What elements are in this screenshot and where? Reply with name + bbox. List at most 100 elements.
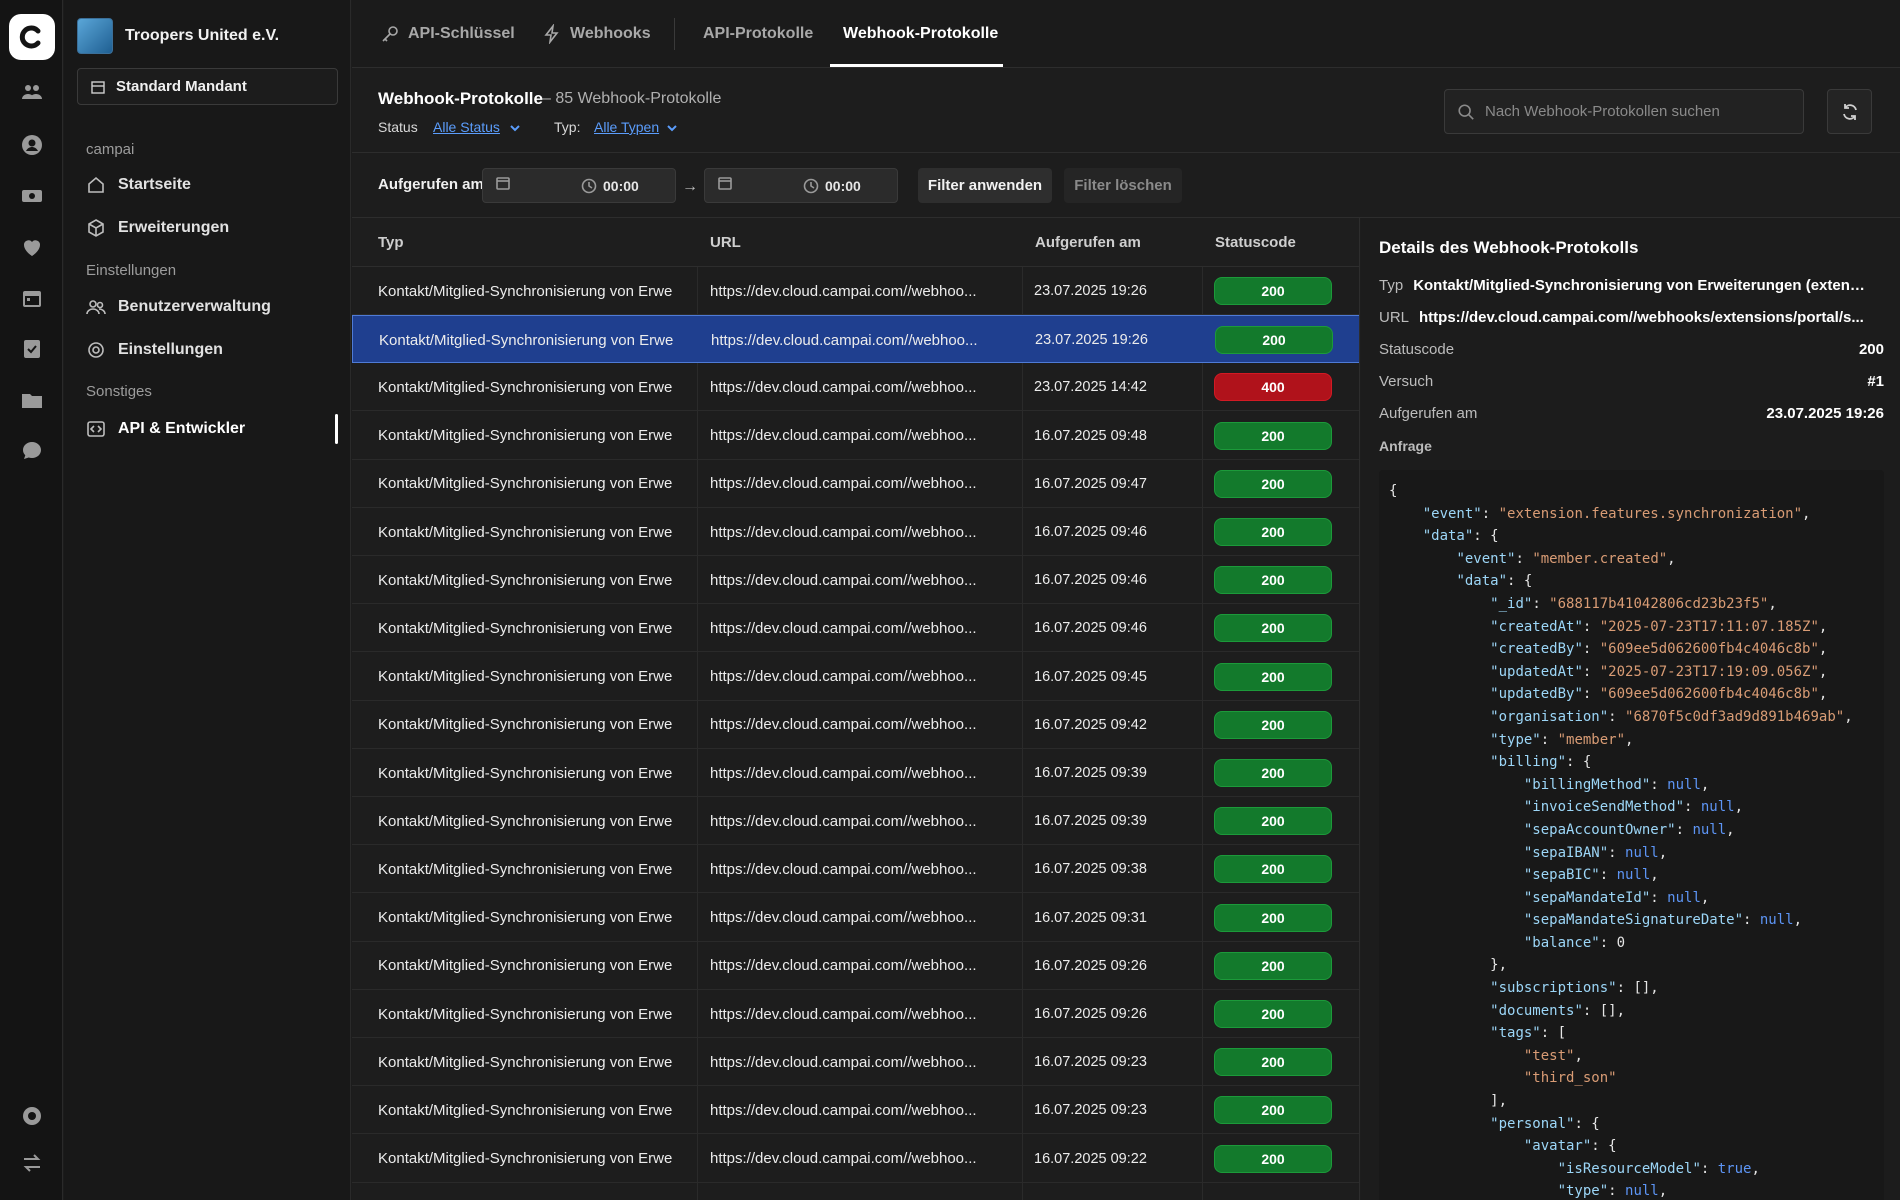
tab-webhook-protokolle[interactable]: Webhook-Protokolle xyxy=(843,0,998,68)
status-badge: 200 xyxy=(1214,614,1332,643)
campai-logo-icon[interactable] xyxy=(9,14,55,60)
heart-icon[interactable] xyxy=(14,229,50,265)
table-row[interactable]: Kontakt/Mitglied-Synchronisierung von Er… xyxy=(352,1086,1359,1135)
code-line: "event": "member.created", xyxy=(1389,548,1874,571)
date-from-field[interactable]: 00:00 xyxy=(482,168,676,203)
table-row[interactable]: Kontakt/Mitglied-Synchronisierung von Er… xyxy=(352,1135,1359,1183)
table-row[interactable]: Kontakt/Mitglied-Synchronisierung von Er… xyxy=(352,604,1359,653)
column-header-aufgerufen[interactable]: Aufgerufen am xyxy=(1022,218,1202,267)
column-header-typ[interactable]: Typ xyxy=(365,218,697,267)
type-filter-dropdown[interactable]: Alle Typen xyxy=(594,119,659,135)
code-token: "member" xyxy=(1557,731,1626,748)
folder-icon[interactable] xyxy=(14,382,50,418)
code-token: : xyxy=(1582,641,1600,658)
tenant-selector[interactable]: Standard Mandant xyxy=(77,68,338,105)
calendar-icon[interactable] xyxy=(14,280,50,316)
code-token: , xyxy=(1818,641,1828,658)
sidebar-item-startseite[interactable]: Startseite xyxy=(86,168,336,202)
table-row[interactable]: Kontakt/Mitglied-Synchronisierung von Er… xyxy=(352,363,1359,412)
chat-icon[interactable] xyxy=(14,433,50,469)
status-badge: 200 xyxy=(1214,1096,1332,1125)
tab-label: Webhook-Protokolle xyxy=(843,25,999,42)
time-from[interactable]: 00:00 xyxy=(581,178,639,194)
apply-filter-button[interactable]: Filter anwenden xyxy=(918,168,1052,203)
cell-type: Kontakt/Mitglied-Synchronisierung von Er… xyxy=(378,1053,673,1071)
table-row[interactable]: Kontakt/Mitglied-Synchronisierung von Er… xyxy=(352,315,1359,364)
cell-statuscode: 200 xyxy=(1214,942,1332,990)
cell-type: Kontakt/Mitglied-Synchronisierung von Er… xyxy=(378,427,673,445)
refresh-icon xyxy=(1842,103,1857,120)
tab-webhooks[interactable]: Webhooks xyxy=(542,0,651,68)
code-token: , xyxy=(1700,889,1710,906)
switch-arrows-icon[interactable] xyxy=(14,1145,50,1181)
sidebar-item-erweiterungen[interactable]: Erweiterungen xyxy=(86,211,336,245)
table-row[interactable]: Kontakt/Mitglied-Synchronisierung von Er… xyxy=(352,1038,1359,1087)
sidebar-item-benutzerverwaltung[interactable]: Benutzerverwaltung xyxy=(86,290,336,324)
cell-date: 16.07.2025 09:39 xyxy=(1034,813,1147,830)
sidebar-item-einstellungen[interactable]: Einstellungen xyxy=(86,333,336,367)
cell-statuscode: 200 xyxy=(1214,412,1332,460)
code-token: null xyxy=(1616,867,1651,884)
code-token: { xyxy=(1389,483,1398,499)
profile-icon[interactable] xyxy=(14,127,50,163)
status-badge: 200 xyxy=(1214,807,1332,836)
sidebar-item-api-entwickler[interactable]: API & Entwickler xyxy=(86,412,336,446)
code-token: : xyxy=(1599,867,1617,884)
chevron-down-icon[interactable] xyxy=(509,121,521,133)
cell-statuscode: 200 xyxy=(1214,1135,1332,1183)
code-line: "event": "extension.features.synchroniza… xyxy=(1389,503,1874,526)
table-row[interactable]: Kontakt/Mitglied-Synchronisierung von Er… xyxy=(352,942,1359,990)
column-header-url[interactable]: URL xyxy=(697,218,1022,267)
clear-filter-button[interactable]: Filter löschen xyxy=(1064,168,1182,203)
table-row[interactable]: Kontakt/Mitglied-Synchronisierung von Er… xyxy=(352,508,1359,556)
settings-gear-icon[interactable] xyxy=(14,1098,50,1134)
table-row[interactable]: Kontakt/Mitglied-Synchronisierung von Er… xyxy=(352,894,1359,942)
members-icon[interactable] xyxy=(14,74,50,110)
table-row[interactable]: Kontakt/Mitglied-Synchronisierung von Er… xyxy=(352,797,1359,846)
code-token: : xyxy=(1582,686,1600,703)
time-to[interactable]: 00:00 xyxy=(803,178,861,194)
gear-icon xyxy=(88,342,104,358)
code-line: "data": { xyxy=(1389,570,1874,593)
chevron-down-icon[interactable] xyxy=(666,121,678,133)
code-token: "test" xyxy=(1523,1047,1575,1064)
cell-statuscode: 200 xyxy=(1214,556,1332,604)
tab-api-protokolle[interactable]: API-Protokolle xyxy=(703,0,813,68)
table-row[interactable]: Kontakt/Mitglied-Synchronisierung von Er… xyxy=(352,412,1359,460)
table-row[interactable]: Kontakt/Mitglied-Synchronisierung von Er… xyxy=(352,845,1359,894)
date-to-field[interactable]: 00:00 xyxy=(704,168,898,203)
status-filter-dropdown[interactable]: Alle Status xyxy=(433,119,500,135)
detail-url-value[interactable]: https://dev.cloud.campai.com//webhooks/e… xyxy=(1419,309,1864,326)
table-row[interactable]: Kontakt/Mitglied-Synchronisierung von Er… xyxy=(352,990,1359,1038)
cell-date: 16.07.2025 09:23 xyxy=(1034,1054,1147,1071)
org-switcher[interactable]: Troopers United e.V. xyxy=(77,18,279,54)
table-row[interactable]: Kontakt/Mitglied-Synchronisierung von Er… xyxy=(352,749,1359,797)
detail-called-row: Aufgerufen am 23.07.2025 19:26 xyxy=(1379,400,1884,426)
table-row[interactable]: Kontakt/Mitglied-Synchronisierung von Er… xyxy=(352,267,1359,315)
table-row[interactable]: Kontakt/Mitglied-Synchronisierung von Er… xyxy=(352,701,1359,749)
code-token: "609ee5d062600fb4c4046c8b" xyxy=(1599,686,1819,703)
request-json-viewer[interactable]: { "event": "extension.features.synchroni… xyxy=(1379,470,1884,1200)
icon-rail xyxy=(0,0,63,1200)
tasks-icon[interactable] xyxy=(14,331,50,367)
finance-icon[interactable] xyxy=(14,178,50,214)
search-box[interactable] xyxy=(1444,89,1804,134)
record-count: – 85 Webhook-Protokolle xyxy=(542,90,722,107)
tab-api-schluessel[interactable]: API-Schlüssel xyxy=(380,0,515,68)
code-token: "2025-07-23T17:11:07.185Z" xyxy=(1599,618,1819,635)
column-header-statuscode[interactable]: Statuscode xyxy=(1202,218,1359,267)
refresh-button[interactable] xyxy=(1827,89,1872,134)
code-token: null xyxy=(1692,821,1727,838)
search-input[interactable] xyxy=(1485,103,1785,120)
table-row[interactable]: Kontakt/Mitglied-Synchronisierung von Er… xyxy=(352,556,1359,605)
lightning-icon xyxy=(544,24,559,44)
cell-date: 16.07.2025 09:26 xyxy=(1034,957,1147,974)
detail-title: Details des Webhook-Protokolls xyxy=(1379,238,1639,257)
code-token: , xyxy=(1818,663,1828,680)
section-label-campai: campai xyxy=(86,141,135,158)
home-icon xyxy=(88,176,104,193)
cell-type: Kontakt/Mitglied-Synchronisierung von Er… xyxy=(378,860,673,878)
table-row[interactable]: Kontakt/Mitglied-Synchronisierung von Er… xyxy=(352,653,1359,701)
table-row[interactable]: Kontakt/Mitglied-Synchronisierung von Er… xyxy=(352,460,1359,508)
